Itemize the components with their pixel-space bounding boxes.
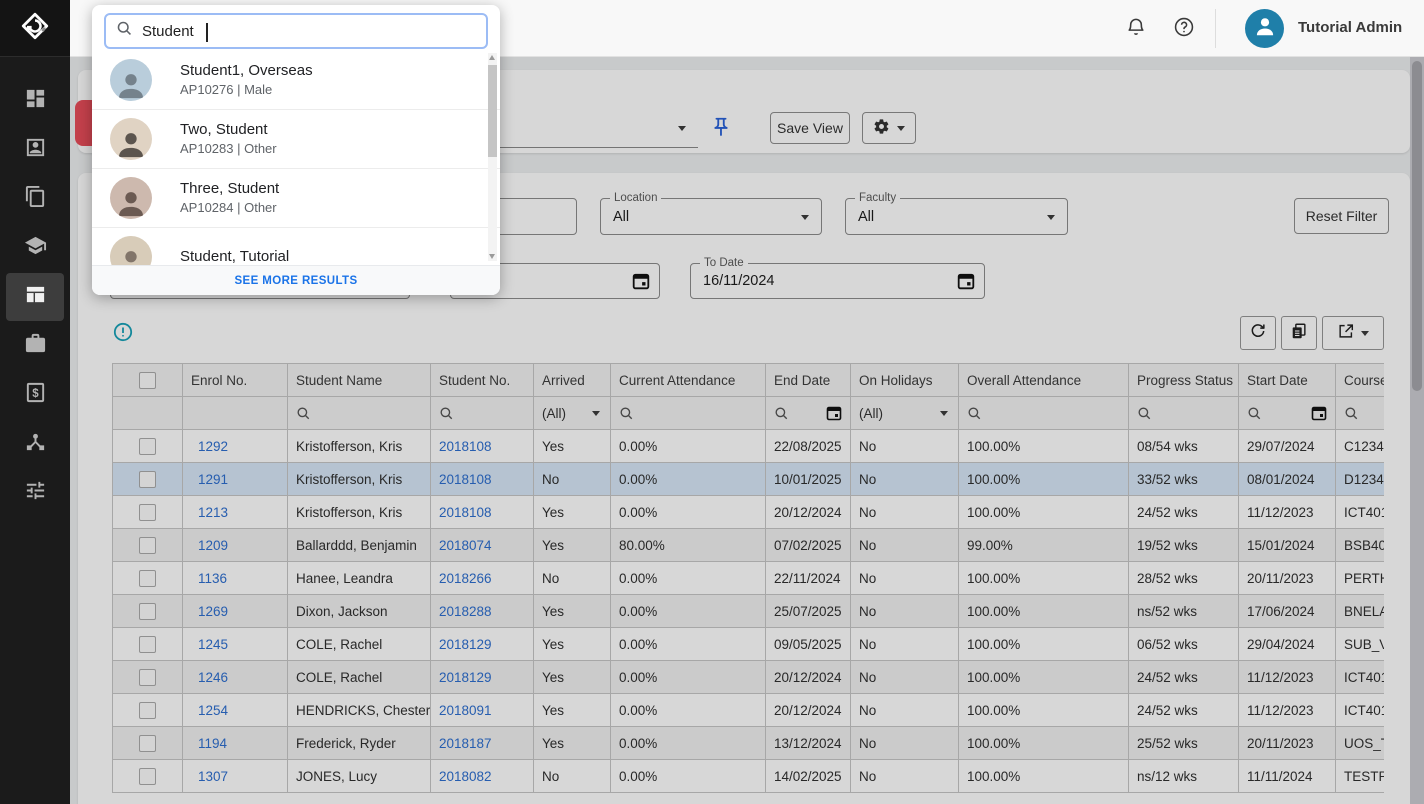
search-result-item[interactable]: Three, Student AP10284 | Other — [92, 169, 500, 228]
svg-text:$: $ — [32, 388, 39, 400]
search-results-list: Student1, Overseas AP10276 | Male Two, S… — [92, 51, 500, 265]
notifications-button[interactable] — [1122, 15, 1150, 43]
briefcase-icon — [24, 332, 47, 360]
documents-icon — [24, 185, 47, 213]
search-input[interactable] — [142, 23, 476, 40]
header-divider — [1215, 9, 1216, 48]
help-icon — [1173, 16, 1195, 43]
sidebar-item-settings[interactable] — [6, 469, 64, 517]
sidebar-item-jobs[interactable] — [6, 322, 64, 370]
student-avatar — [110, 177, 152, 219]
search-box[interactable] — [104, 13, 488, 49]
search-icon — [116, 20, 133, 42]
graduation-cap-icon — [24, 234, 47, 262]
user-name[interactable]: Tutorial Admin — [1298, 19, 1402, 36]
global-search-dropdown: Student1, Overseas AP10276 | Male Two, S… — [92, 5, 500, 295]
search-result-item[interactable]: Student, Tutorial — [92, 228, 500, 265]
app-logo[interactable] — [0, 0, 70, 57]
sidebar-item-documents[interactable] — [6, 175, 64, 223]
text-cursor — [206, 23, 208, 42]
layout-icon — [24, 283, 47, 311]
dropdown-scrollbar[interactable] — [488, 53, 497, 261]
see-more-results-link[interactable]: SEE MORE RESULTS — [92, 265, 500, 295]
sidebar-item-finance[interactable]: $ — [6, 371, 64, 419]
dropdown-scrollbar-thumb[interactable] — [488, 65, 497, 157]
sidebar-item-network[interactable] — [6, 420, 64, 468]
sidebar-item-contacts[interactable] — [6, 126, 64, 174]
logo-icon — [20, 11, 50, 46]
student-avatar — [110, 236, 152, 265]
sidebar-item-courses[interactable] — [6, 224, 64, 272]
student-avatar — [110, 118, 152, 160]
network-icon — [24, 430, 47, 458]
contacts-icon — [24, 136, 47, 164]
bell-icon — [1125, 16, 1147, 43]
scroll-up-icon[interactable] — [489, 55, 495, 60]
tune-icon — [24, 479, 47, 507]
user-avatar-icon — [1252, 13, 1278, 44]
dashboard-icon — [24, 87, 47, 115]
sidebar: $ — [0, 0, 70, 804]
search-result-item[interactable]: Student1, Overseas AP10276 | Male — [92, 51, 500, 110]
user-avatar[interactable] — [1245, 9, 1284, 48]
search-result-item[interactable]: Two, Student AP10283 | Other — [92, 110, 500, 169]
sidebar-item-dashboard[interactable] — [6, 77, 64, 125]
invoice-icon: $ — [24, 381, 47, 409]
sidebar-item-attendance[interactable] — [6, 273, 64, 321]
student-avatar — [110, 59, 152, 101]
help-button[interactable] — [1170, 15, 1198, 43]
scroll-down-icon[interactable] — [489, 254, 495, 259]
